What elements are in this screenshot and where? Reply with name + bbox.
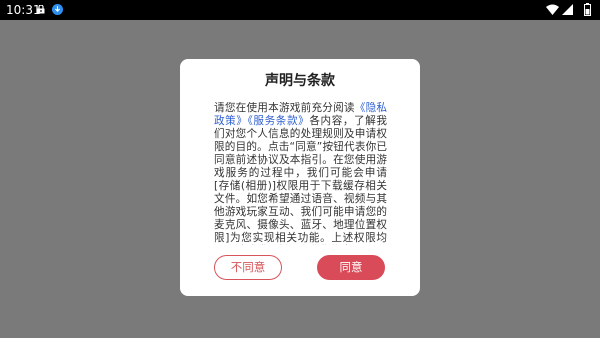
dialog-body-text[interactable]: 请您在使用本游戏前充分阅读《隐私政策》《服务条款》各内容，了解我们对您个人信息的…	[214, 102, 387, 245]
signal-icon	[562, 4, 573, 15]
body-intro: 请您在使用本游戏前充分阅读	[214, 102, 355, 114]
body-main: 各内容，了解我们对您个人信息的处理规则及申请权限的目的。点击“同意”按钮代表你已…	[214, 115, 387, 244]
lock-icon	[37, 5, 45, 14]
agree-button[interactable]: 同意	[317, 255, 385, 280]
status-bar: 10:31	[0, 0, 600, 20]
terms-dialog: 声明与条款 请您在使用本游戏前充分阅读《隐私政策》《服务条款》各内容，了解我们对…	[180, 59, 420, 296]
wifi-icon	[546, 4, 559, 15]
status-time: 10:31	[6, 3, 41, 17]
disagree-button[interactable]: 不同意	[214, 255, 282, 280]
download-icon	[52, 4, 63, 15]
terms-of-service-link[interactable]: 《服务条款》	[248, 115, 310, 127]
dialog-title: 声明与条款	[265, 73, 335, 89]
battery-icon	[584, 3, 591, 16]
